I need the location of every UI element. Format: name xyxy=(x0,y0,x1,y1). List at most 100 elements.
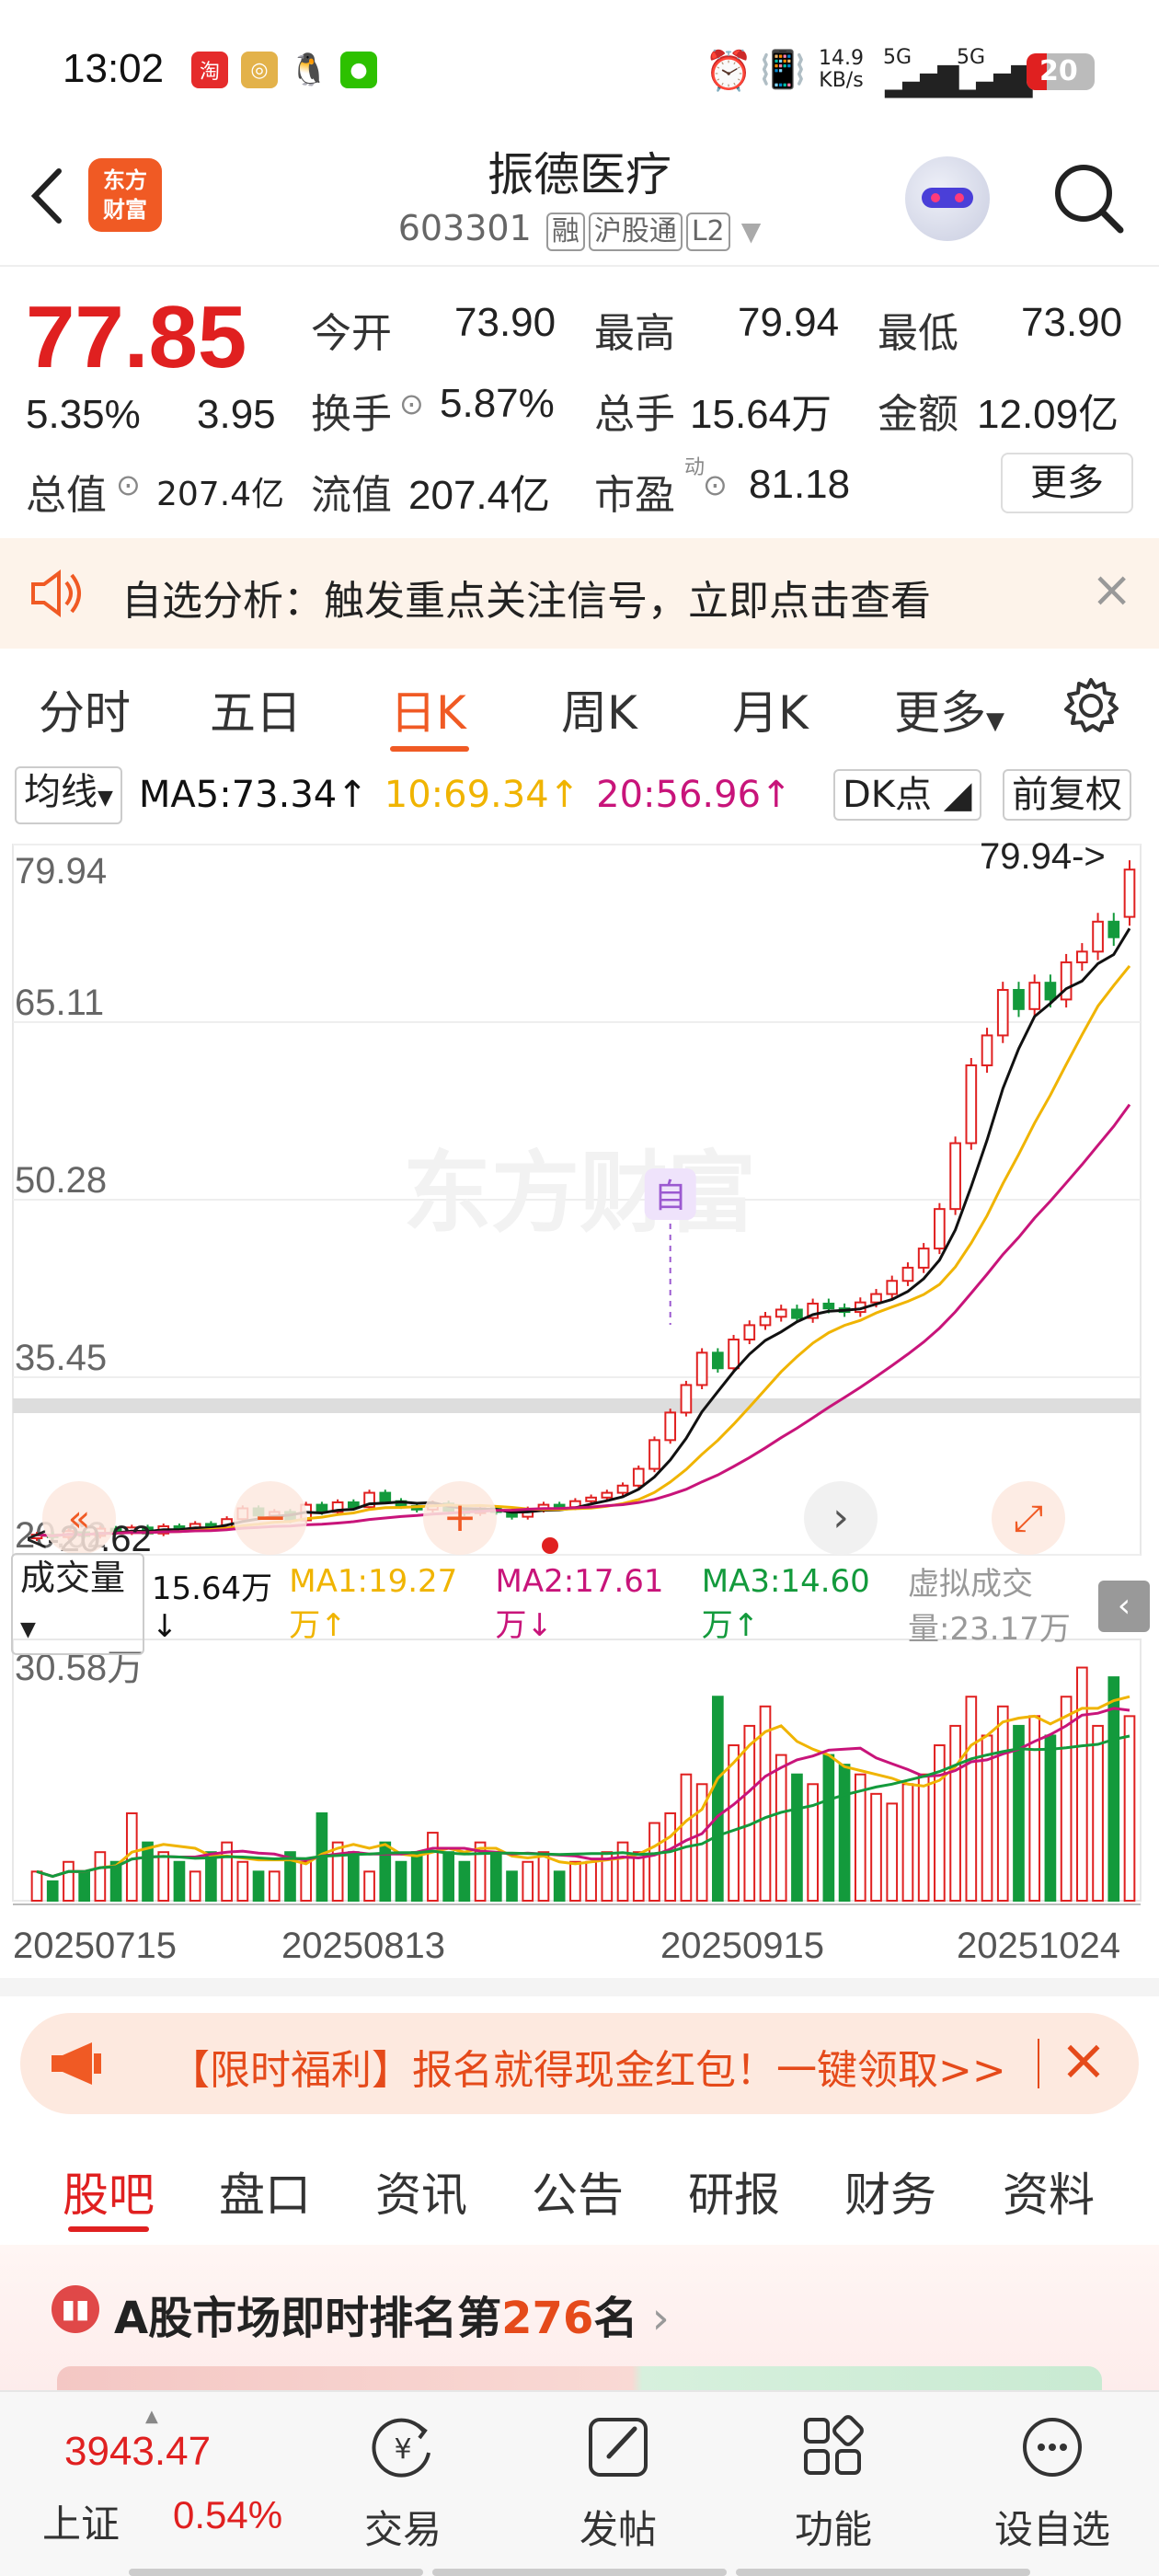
last-price: 77.85 xyxy=(26,288,247,386)
volume-bar xyxy=(901,1783,914,1903)
expand-up-icon[interactable]: ▲ xyxy=(145,2407,158,2426)
nav-trade[interactable]: ¥ 交易 xyxy=(329,2410,476,2555)
tab-pankou[interactable]: 盘口 xyxy=(219,2158,311,2225)
nav-functions[interactable]: 功能 xyxy=(760,2410,907,2555)
candle-body xyxy=(348,1501,360,1509)
tab-more[interactable]: 更多▼ xyxy=(894,676,1004,742)
candle-body xyxy=(585,1496,597,1502)
tab-profile[interactable]: 资料 xyxy=(1003,2158,1095,2225)
signal-1-icon: ▂▄▆█ xyxy=(885,66,958,98)
candle-body xyxy=(632,1467,645,1487)
tab-weekly-k[interactable]: 周K xyxy=(561,676,637,742)
collapse-panel-icon[interactable]: ‹ xyxy=(1098,1581,1150,1632)
volume-bar xyxy=(63,1860,75,1903)
candle-body xyxy=(1092,920,1104,953)
candle-body xyxy=(1107,920,1120,938)
ma-bar: 均线▼ MA5:73.34↑ 10:69.34↑ 20:56.96↑ DK点 ◢… xyxy=(0,764,1159,826)
divider xyxy=(0,265,1159,267)
change-amount: 3.95 xyxy=(197,392,276,437)
nav-add-watchlist[interactable]: 设自选 xyxy=(979,2410,1126,2555)
rank-card[interactable]: ▮▮ A股市场即时排名第276名 › xyxy=(0,2245,1159,2394)
alert-banner[interactable]: 自选分析：触发重点关注信号，立即点击查看 × xyxy=(0,538,1159,649)
volume-select[interactable]: 成交量 ▼ xyxy=(11,1552,144,1655)
candle-body xyxy=(728,1339,740,1370)
nav-add-watchlist-label: 设自选 xyxy=(993,2507,1110,2552)
candle-body xyxy=(601,1491,614,1499)
index-change[interactable]: 0.54% xyxy=(173,2493,282,2537)
info-icon[interactable]: ⊙ xyxy=(116,467,141,502)
candle-body xyxy=(379,1491,392,1502)
float-value: 207.4亿 xyxy=(408,473,551,518)
close-icon[interactable]: × xyxy=(1091,560,1132,618)
index-value[interactable]: 3943.47 xyxy=(64,2429,211,2475)
candle-body xyxy=(553,1503,566,1509)
caret-down-icon: ▼ xyxy=(98,786,113,810)
volume-label: 成交量 xyxy=(20,1557,126,1598)
volume-bar xyxy=(142,1841,154,1903)
volume-total-text: 15.64万 xyxy=(151,1570,273,1607)
high-value: 79.94 xyxy=(738,300,840,345)
volume-bar xyxy=(1013,1724,1025,1903)
tab-five-day[interactable]: 五日 xyxy=(210,676,302,742)
active-tab-indicator xyxy=(390,746,469,752)
more-quote-button[interactable]: 更多 xyxy=(1001,453,1133,513)
tab-guba[interactable]: 股吧 xyxy=(63,2158,155,2225)
tab-research[interactable]: 研报 xyxy=(688,2158,780,2225)
change-percent: 5.35% xyxy=(26,392,141,437)
dropdown-icon[interactable]: ▼ xyxy=(741,216,762,247)
dk-label: DK点 xyxy=(843,774,933,816)
adjust-button[interactable]: 前复权 xyxy=(1003,769,1131,821)
vibrate-icon: 📳 xyxy=(760,49,806,91)
robot-assistant-icon[interactable] xyxy=(905,156,990,241)
y-tick-label: 50.28 xyxy=(15,1160,107,1201)
nav-trade-label: 交易 xyxy=(363,2507,442,2552)
promo-banner[interactable]: 【限时福利】报名就得现金红包！一键领取>> × xyxy=(20,2013,1139,2114)
tab-news[interactable]: 资讯 xyxy=(375,2158,467,2225)
ma10-text: 10:69.34 xyxy=(384,774,549,816)
tab-daily-k[interactable]: 日K xyxy=(390,676,466,742)
x-tick-label: 20251024 xyxy=(957,1926,1120,1966)
high-label: 最高 xyxy=(594,310,675,357)
candle-body xyxy=(996,988,1009,1037)
volume-bar xyxy=(125,1811,138,1902)
gear-icon[interactable] xyxy=(1061,676,1120,735)
tab-finance[interactable]: 财务 xyxy=(844,2158,936,2225)
candle-body xyxy=(981,1034,993,1066)
info-icon[interactable]: ⊙ xyxy=(399,386,424,421)
promo-text: 【限时福利】报名就得现金红包！一键领取>> xyxy=(169,2047,1006,2094)
volume-bar: 成交量 ▼ 15.64万↓ MA1:19.27万↑ MA2:17.61万↓ MA… xyxy=(0,1552,1159,1655)
volume-bar xyxy=(569,1860,581,1903)
index-name[interactable]: 上证 xyxy=(42,2493,120,2549)
volume-bar xyxy=(78,1870,90,1902)
kline-chart[interactable]: 79.9465.1150.2835.4520.62东方财富79.94-><-20… xyxy=(0,828,1159,1996)
volume-bar xyxy=(585,1860,597,1903)
tab-monthly-k[interactable]: 月K xyxy=(732,676,809,742)
float-label: 流值 xyxy=(311,472,392,519)
nav-post[interactable]: 发帖 xyxy=(545,2410,692,2555)
volume-bar xyxy=(331,1841,344,1903)
candle-body xyxy=(886,1280,899,1295)
volume-bar xyxy=(395,1860,407,1903)
trade-icon: ¥ xyxy=(372,2418,430,2478)
dk-point-button[interactable]: DK点 ◢ xyxy=(833,769,981,821)
mktcap-label: 总值 xyxy=(26,472,107,519)
tab-intraday[interactable]: 分时 xyxy=(39,676,131,742)
close-icon[interactable]: × xyxy=(1060,2026,1107,2093)
volume-bar xyxy=(506,1870,518,1902)
volume-bar xyxy=(189,1870,201,1902)
pe-dynamic-sup: 动 xyxy=(684,456,706,479)
candle-body xyxy=(1013,988,1025,1010)
hk-connect-tag: 沪股通 xyxy=(588,213,683,251)
ma-select[interactable]: 均线▼ xyxy=(15,765,122,824)
speaker-icon xyxy=(31,569,81,617)
candle-body xyxy=(822,1302,835,1310)
vol-ma2-text: MA2:17.61万 xyxy=(495,1562,664,1644)
volume-bar xyxy=(965,1696,978,1902)
info-icon[interactable]: ⊙ xyxy=(703,467,728,502)
tab-announcement[interactable]: 公告 xyxy=(532,2158,624,2225)
candle-body xyxy=(695,1351,708,1386)
candle-body xyxy=(791,1308,803,1319)
ma10-value: 10:69.34↑ xyxy=(384,774,580,816)
search-icon[interactable] xyxy=(1049,158,1128,237)
signal-dot xyxy=(542,1537,558,1554)
